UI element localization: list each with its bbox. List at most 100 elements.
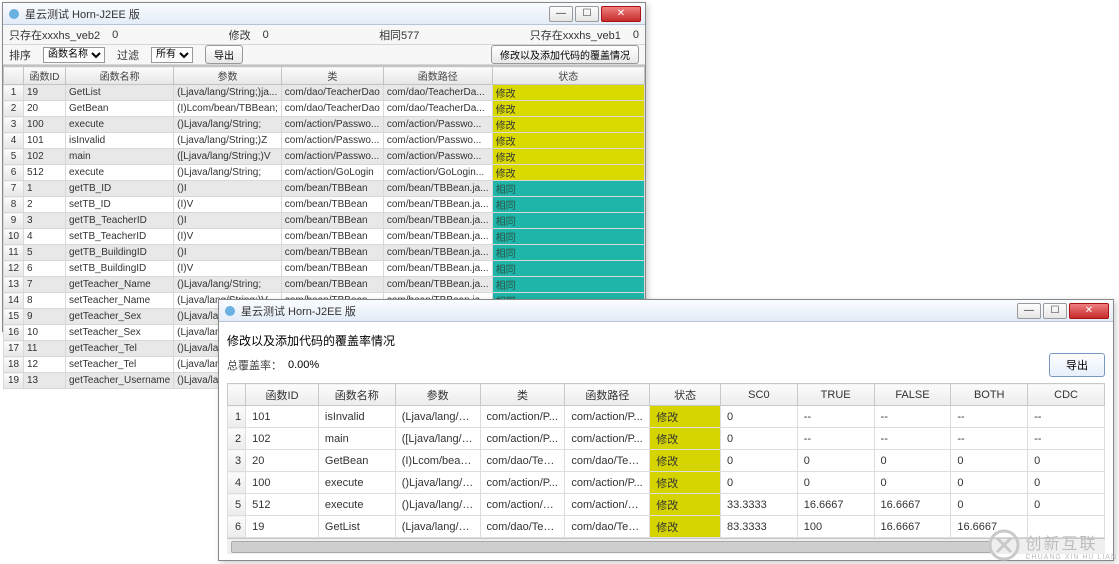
cell-params: (Ljava/lang/St... <box>395 406 480 428</box>
table-row[interactable]: 115getTB_BuildingID()Icom/bean/TBBeancom… <box>4 245 645 261</box>
col-class[interactable]: 类 <box>281 67 383 85</box>
coverage-value: 0.00% <box>288 359 319 371</box>
cell-true: 16.6667 <box>797 494 874 516</box>
maximize-button[interactable]: ☐ <box>575 6 599 22</box>
close-button[interactable]: ✕ <box>1069 303 1109 319</box>
cell-path: com/action/P... <box>565 406 650 428</box>
table-row[interactable]: 320GetBean(I)Lcom/bean/...com/dao/Tea...… <box>228 450 1105 472</box>
col-status[interactable]: 状态 <box>650 384 721 406</box>
col-false[interactable]: FALSE <box>874 384 951 406</box>
table-row[interactable]: 137getTeacher_Name()Ljava/lang/String;co… <box>4 277 645 293</box>
row-number: 12 <box>4 261 24 277</box>
cell-func-name: execute <box>318 494 395 516</box>
cell-func-id: 10 <box>24 325 66 341</box>
table-row[interactable]: 5512execute()Ljava/lang/St...com/action/… <box>228 494 1105 516</box>
cell-sc0: 83.3333 <box>720 516 797 538</box>
cell-params: ()I <box>174 213 282 229</box>
export-button[interactable]: 导出 <box>205 45 243 64</box>
cell-true: 0 <box>797 472 874 494</box>
cell-false: 0 <box>874 472 951 494</box>
cell-false: 0 <box>874 450 951 472</box>
cell-path: com/dao/Tea... <box>565 450 650 472</box>
cell-status: 修改 <box>492 149 644 165</box>
cell-func-name: execute <box>66 117 174 133</box>
main-window: 星云测试 Horn-J2EE 版 — ☐ ✕ 只存在xxxhs_veb20 修改… <box>2 2 646 332</box>
cell-func-id: 6 <box>24 261 66 277</box>
table-row[interactable]: 4101isInvalid(Ljava/lang/String;)Zcom/ac… <box>4 133 645 149</box>
filter-select[interactable]: 所有 <box>151 47 193 63</box>
col-status[interactable]: 状态 <box>492 67 644 85</box>
col-cdc[interactable]: CDC <box>1028 384 1105 406</box>
title-bar[interactable]: 星云测试 Horn-J2EE 版 — ☐ ✕ <box>219 300 1113 322</box>
table-row[interactable]: 5102main([Ljava/lang/String;)Vcom/action… <box>4 149 645 165</box>
table-row[interactable]: 126setTB_BuildingID(I)Vcom/bean/TBBeanco… <box>4 261 645 277</box>
minimize-button[interactable]: — <box>549 6 573 22</box>
cell-status: 相同 <box>492 181 644 197</box>
scrollbar-thumb[interactable] <box>231 541 991 553</box>
col-params[interactable]: 参数 <box>174 67 282 85</box>
table-row[interactable]: 619GetList(Ljava/lang/St...com/dao/Tea..… <box>228 516 1105 538</box>
cell-status: 相同 <box>492 245 644 261</box>
col-path[interactable]: 函数路径 <box>565 384 650 406</box>
cell-func-id: 512 <box>24 165 66 181</box>
col-func-id[interactable]: 函数ID <box>24 67 66 85</box>
cell-func-id: 20 <box>24 101 66 117</box>
minimize-button[interactable]: — <box>1017 303 1041 319</box>
col-params[interactable]: 参数 <box>395 384 480 406</box>
cell-params: (I)V <box>174 197 282 213</box>
table-row[interactable]: 220GetBean(I)Lcom/bean/TBBean;com/dao/Te… <box>4 101 645 117</box>
cell-status: 修改 <box>492 117 644 133</box>
sort-label: 排序 <box>9 47 31 63</box>
cell-cdc: -- <box>1028 406 1105 428</box>
col-sc0[interactable]: SC0 <box>720 384 797 406</box>
cell-sc0: 0 <box>720 406 797 428</box>
cell-func-name: GetBean <box>66 101 174 117</box>
col-both[interactable]: BOTH <box>951 384 1028 406</box>
sort-select[interactable]: 函数名称 <box>43 47 105 63</box>
row-number: 18 <box>4 357 24 373</box>
cell-both: 0 <box>951 472 1028 494</box>
title-bar[interactable]: 星云测试 Horn-J2EE 版 — ☐ ✕ <box>3 3 645 25</box>
coverage-table[interactable]: 函数ID 函数名称 参数 类 函数路径 状态 SC0 TRUE FALSE BO… <box>227 383 1105 538</box>
cell-path: com/bean/TBBean.ja... <box>383 277 492 293</box>
table-row[interactable]: 71getTB_ID()Icom/bean/TBBeancom/bean/TBB… <box>4 181 645 197</box>
table-row[interactable]: 82setTB_ID(I)Vcom/bean/TBBeancom/bean/TB… <box>4 197 645 213</box>
col-func-name[interactable]: 函数名称 <box>66 67 174 85</box>
cell-func-name: GetList <box>66 85 174 101</box>
cell-func-id: 101 <box>246 406 319 428</box>
table-row[interactable]: 3100execute()Ljava/lang/String;com/actio… <box>4 117 645 133</box>
coverage-report-button[interactable]: 修改以及添加代码的覆盖情况 <box>491 45 639 64</box>
cell-func-name: execute <box>318 472 395 494</box>
horizontal-scrollbar[interactable] <box>227 538 1105 554</box>
table-row[interactable]: 1101isInvalid(Ljava/lang/St...com/action… <box>228 406 1105 428</box>
cell-path: com/bean/TBBean.ja... <box>383 181 492 197</box>
cell-path: com/bean/TBBean.ja... <box>383 245 492 261</box>
cell-status: 相同 <box>492 277 644 293</box>
col-true[interactable]: TRUE <box>797 384 874 406</box>
maximize-button[interactable]: ☐ <box>1043 303 1067 319</box>
coverage-window: 星云测试 Horn-J2EE 版 — ☐ ✕ 修改以及添加代码的覆盖率情况 总覆… <box>218 299 1114 561</box>
col-func-name[interactable]: 函数名称 <box>318 384 395 406</box>
cell-func-name: getTB_ID <box>66 181 174 197</box>
cell-status: 修改 <box>650 428 721 450</box>
table-row[interactable]: 104setTB_TeacherID(I)Vcom/bean/TBBeancom… <box>4 229 645 245</box>
cell-params: ()I <box>174 181 282 197</box>
export-button[interactable]: 导出 <box>1049 353 1105 377</box>
cell-status: 修改 <box>650 472 721 494</box>
cell-class: com/bean/TBBean <box>281 181 383 197</box>
col-func-id[interactable]: 函数ID <box>246 384 319 406</box>
table-row[interactable]: 4100execute()Ljava/lang/St...com/action/… <box>228 472 1105 494</box>
cell-func-name: setTeacher_Sex <box>66 325 174 341</box>
close-button[interactable]: ✕ <box>601 6 641 22</box>
cell-func-id: 100 <box>246 472 319 494</box>
col-path[interactable]: 函数路径 <box>383 67 492 85</box>
col-class[interactable]: 类 <box>480 384 565 406</box>
table-row[interactable]: 119GetList(Ljava/lang/String;)ja...com/d… <box>4 85 645 101</box>
coverage-label: 总覆盖率： <box>227 357 282 373</box>
table-row[interactable]: 93getTB_TeacherID()Icom/bean/TBBeancom/b… <box>4 213 645 229</box>
table-row[interactable]: 2102main([Ljava/lang/St...com/action/P..… <box>228 428 1105 450</box>
cell-func-name: GetBean <box>318 450 395 472</box>
cell-func-name: isInvalid <box>318 406 395 428</box>
table-row[interactable]: 6512execute()Ljava/lang/String;com/actio… <box>4 165 645 181</box>
row-number: 14 <box>4 293 24 309</box>
